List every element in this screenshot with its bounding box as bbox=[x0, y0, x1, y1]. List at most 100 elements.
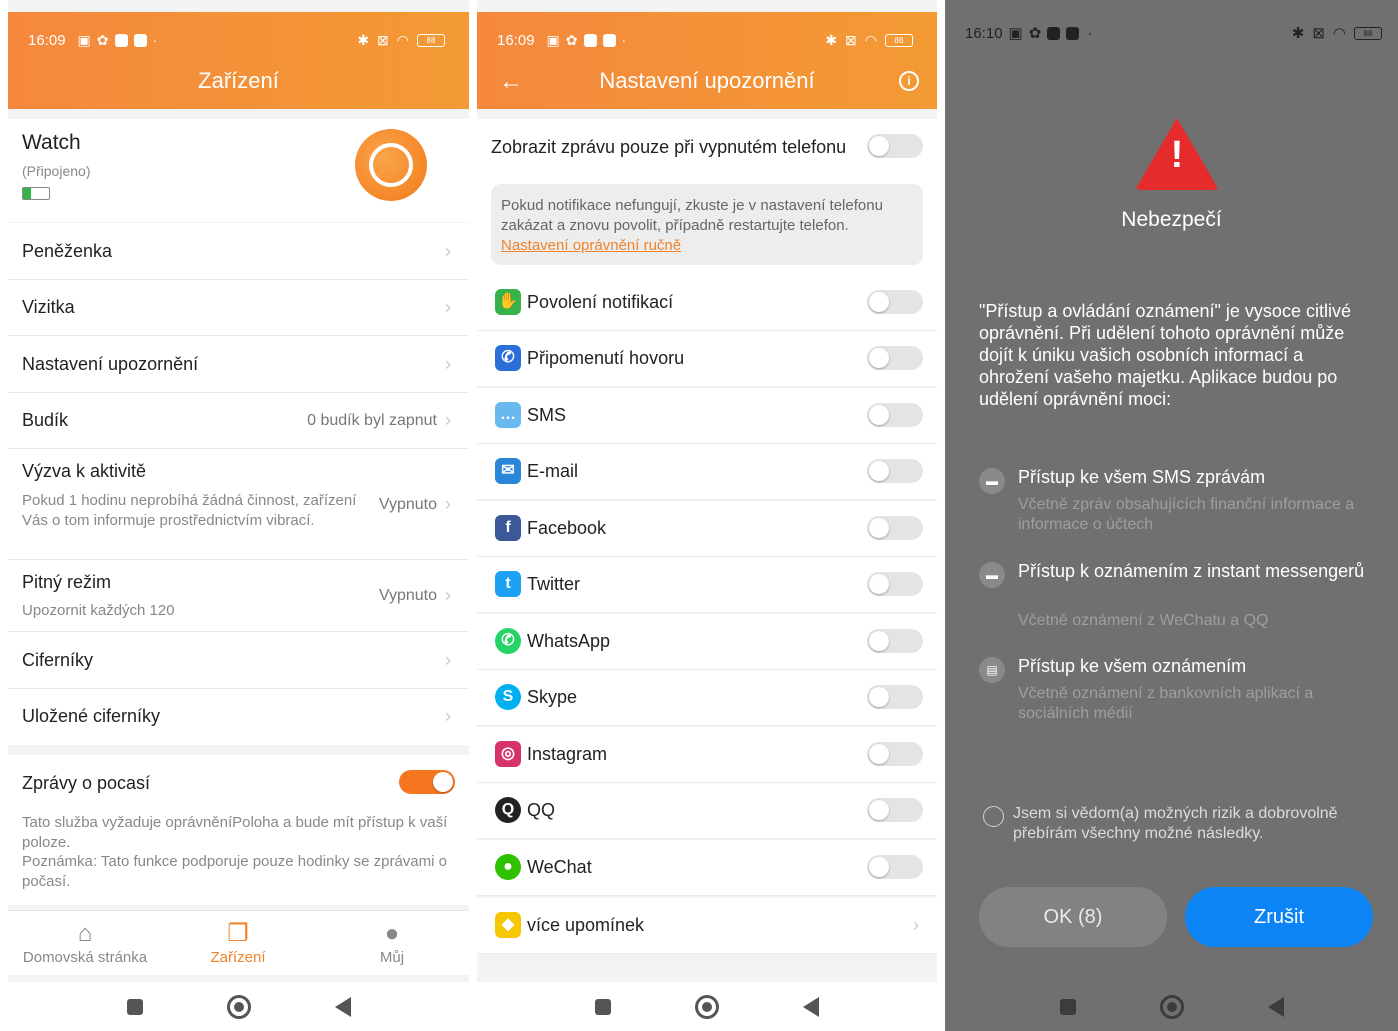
menu-alarm[interactable]: Budík 0 budík byl zapnut › bbox=[8, 393, 469, 449]
app-toggle[interactable] bbox=[867, 346, 923, 370]
info-icon[interactable]: i bbox=[899, 71, 919, 91]
status-bar: 16:09 ▣ ✿ · ✱ ⊠ ◠ 88 bbox=[497, 30, 913, 50]
system-nav-bar bbox=[477, 982, 937, 1031]
battery-icon: 88 bbox=[417, 33, 445, 47]
nav-devices[interactable]: ❐ Zařízení bbox=[163, 919, 313, 966]
danger-dialog-screen: 16:10 ▣ ✿ · ✱ ⊠ ◠ 88 ! Nebezpečí "Přístu… bbox=[945, 0, 1398, 1031]
bluetooth-icon: ✱ bbox=[825, 31, 838, 48]
permission-sms: ▬ Přístup ke všem SMS zprávám Včetně zpr… bbox=[979, 466, 1370, 546]
consent-radio[interactable] bbox=[983, 806, 1004, 827]
message-icon: ▬ bbox=[979, 468, 1005, 494]
permission-link[interactable]: Nastavení oprávnění ručně bbox=[501, 237, 681, 254]
notification-settings-screen: 16:09 ▣ ✿ · ✱ ⊠ ◠ 88 ← Nastavení upozorn… bbox=[477, 0, 937, 1031]
menu-label: Výzva k aktivitě bbox=[22, 461, 147, 481]
menu-activity-reminder[interactable]: Výzva k aktivitě Pokud 1 hodinu neprobíh… bbox=[8, 449, 469, 560]
weather-toggle[interactable] bbox=[399, 770, 455, 794]
menu-label: Pitný režim bbox=[22, 572, 112, 592]
app-label: Instagram bbox=[527, 744, 608, 764]
notification-icon bbox=[583, 33, 597, 47]
menu-watch-faces[interactable]: Ciferníky › bbox=[8, 632, 469, 689]
page-title: Nastavení upozornění bbox=[599, 68, 815, 93]
menu-drink-mode[interactable]: Pitný režim Upozornit každých 120 Vypnut… bbox=[8, 560, 469, 632]
app-row-notifications: ✋ Povolení notifikací bbox=[477, 275, 937, 331]
nav-label: Domovská stránka bbox=[22, 949, 148, 966]
app-toggle[interactable] bbox=[867, 685, 923, 709]
app-row-email: ✉ E-mail bbox=[477, 444, 937, 500]
screenshot-icon: ▣ bbox=[546, 31, 560, 48]
home-button-icon[interactable] bbox=[226, 994, 251, 1019]
app-toggle[interactable] bbox=[867, 516, 923, 540]
status-bar: 16:10 ▣ ✿ · ✱ ⊠ ◠ 88 bbox=[965, 24, 1382, 42]
menu-wallet[interactable]: Peněženka › bbox=[8, 223, 469, 280]
settings-icon: ✿ bbox=[1028, 25, 1042, 42]
home-button-icon[interactable] bbox=[695, 994, 719, 1019]
only-off-label: Zobrazit zprávu pouze při vypnutém telef… bbox=[491, 137, 847, 157]
notification-icon bbox=[602, 33, 616, 47]
app-toggle[interactable] bbox=[867, 459, 923, 483]
app-toggle[interactable] bbox=[867, 798, 923, 822]
dot-icon: · bbox=[152, 32, 158, 48]
back-icon[interactable] bbox=[1267, 996, 1284, 1017]
notification-icon bbox=[1047, 26, 1061, 40]
permission-description: Včetně oznámení z WeChatu a QQ bbox=[1018, 612, 1269, 629]
nav-home[interactable]: ⌂ Domovská stránka bbox=[10, 919, 160, 966]
home-button-icon[interactable] bbox=[1159, 994, 1184, 1019]
status-time: 16:09 bbox=[497, 31, 535, 49]
weather-description: Tato služba vyžaduje oprávněníPoloha a b… bbox=[22, 814, 448, 851]
system-nav-bar bbox=[945, 982, 1398, 1031]
app-toggle[interactable] bbox=[867, 572, 923, 596]
recents-icon[interactable] bbox=[595, 998, 611, 1015]
back-icon[interactable] bbox=[803, 996, 819, 1017]
chevron-right-icon: › bbox=[445, 297, 451, 317]
recents-icon[interactable] bbox=[1059, 998, 1076, 1015]
app-toggle[interactable] bbox=[867, 629, 923, 653]
chevron-right-icon: › bbox=[445, 706, 451, 726]
settings-icon: ✿ bbox=[96, 31, 109, 48]
info-box: Pokud notifikace nefungují, zkuste je v … bbox=[491, 184, 923, 265]
system-nav-bar bbox=[8, 982, 469, 1031]
back-icon[interactable] bbox=[334, 996, 351, 1017]
menu-notification-settings[interactable]: Nastavení upozornění › bbox=[8, 336, 469, 393]
alarm-value: 0 budík byl zapnut bbox=[307, 412, 437, 429]
permission-all-notifications: ▤ Přístup ke všem oznámením Včetně oznám… bbox=[979, 655, 1370, 735]
permission-title: Přístup k oznámením z instant messengerů bbox=[1018, 561, 1365, 581]
email-icon: ✉ bbox=[495, 458, 521, 484]
app-label: WeChat bbox=[527, 857, 592, 877]
app-label: Twitter bbox=[527, 574, 581, 594]
wechat-icon: ● bbox=[495, 854, 521, 880]
home-icon: ⌂ bbox=[77, 920, 93, 947]
app-row-more-reminders[interactable]: ◆ více upomínek › bbox=[477, 898, 937, 954]
app-label: WhatsApp bbox=[527, 631, 611, 651]
wifi-icon: ◠ bbox=[1332, 25, 1346, 42]
recents-icon[interactable] bbox=[126, 998, 143, 1015]
wifi-icon: ◠ bbox=[864, 31, 877, 48]
dot-icon: · bbox=[621, 32, 627, 48]
ok-button[interactable]: OK (8) bbox=[979, 887, 1167, 947]
nosim-icon: ⊠ bbox=[1312, 25, 1325, 42]
app-toggle[interactable] bbox=[867, 855, 923, 879]
app-toggle[interactable] bbox=[867, 403, 923, 427]
chevron-right-icon: › bbox=[445, 650, 451, 670]
nav-profile[interactable]: ● Můj bbox=[317, 919, 467, 966]
skype-icon: S bbox=[495, 684, 521, 710]
app-label: Facebook bbox=[527, 518, 607, 538]
cancel-button[interactable]: Zrušit bbox=[1185, 887, 1373, 947]
menu-saved-watch-faces[interactable]: Uložené ciferníky › bbox=[8, 689, 469, 745]
bluetooth-icon: ✱ bbox=[1291, 25, 1305, 42]
device-card[interactable]: Watch (Připojeno) bbox=[8, 119, 469, 222]
status-bar: 16:09 ▣ ✿ · ✱ ⊠ ◠ 88 bbox=[28, 30, 445, 50]
app-label: Připomenutí hovoru bbox=[527, 348, 685, 368]
status-time: 16:10 bbox=[965, 24, 1003, 42]
device-battery-icon bbox=[22, 187, 50, 200]
app-toggle[interactable] bbox=[867, 742, 923, 766]
menu-label: Nastavení upozornění bbox=[22, 354, 199, 374]
app-toggle[interactable] bbox=[867, 290, 923, 314]
exclamation-icon: ! bbox=[1170, 134, 1184, 176]
only-off-toggle[interactable] bbox=[867, 134, 923, 158]
settings-icon: ✿ bbox=[565, 31, 578, 48]
app-label: Povolení notifikací bbox=[527, 292, 674, 312]
page-title: Zařízení bbox=[198, 68, 279, 93]
menu-business-card[interactable]: Vizitka › bbox=[8, 280, 469, 336]
app-label: SMS bbox=[527, 405, 567, 425]
bluetooth-icon: ✱ bbox=[357, 31, 370, 48]
